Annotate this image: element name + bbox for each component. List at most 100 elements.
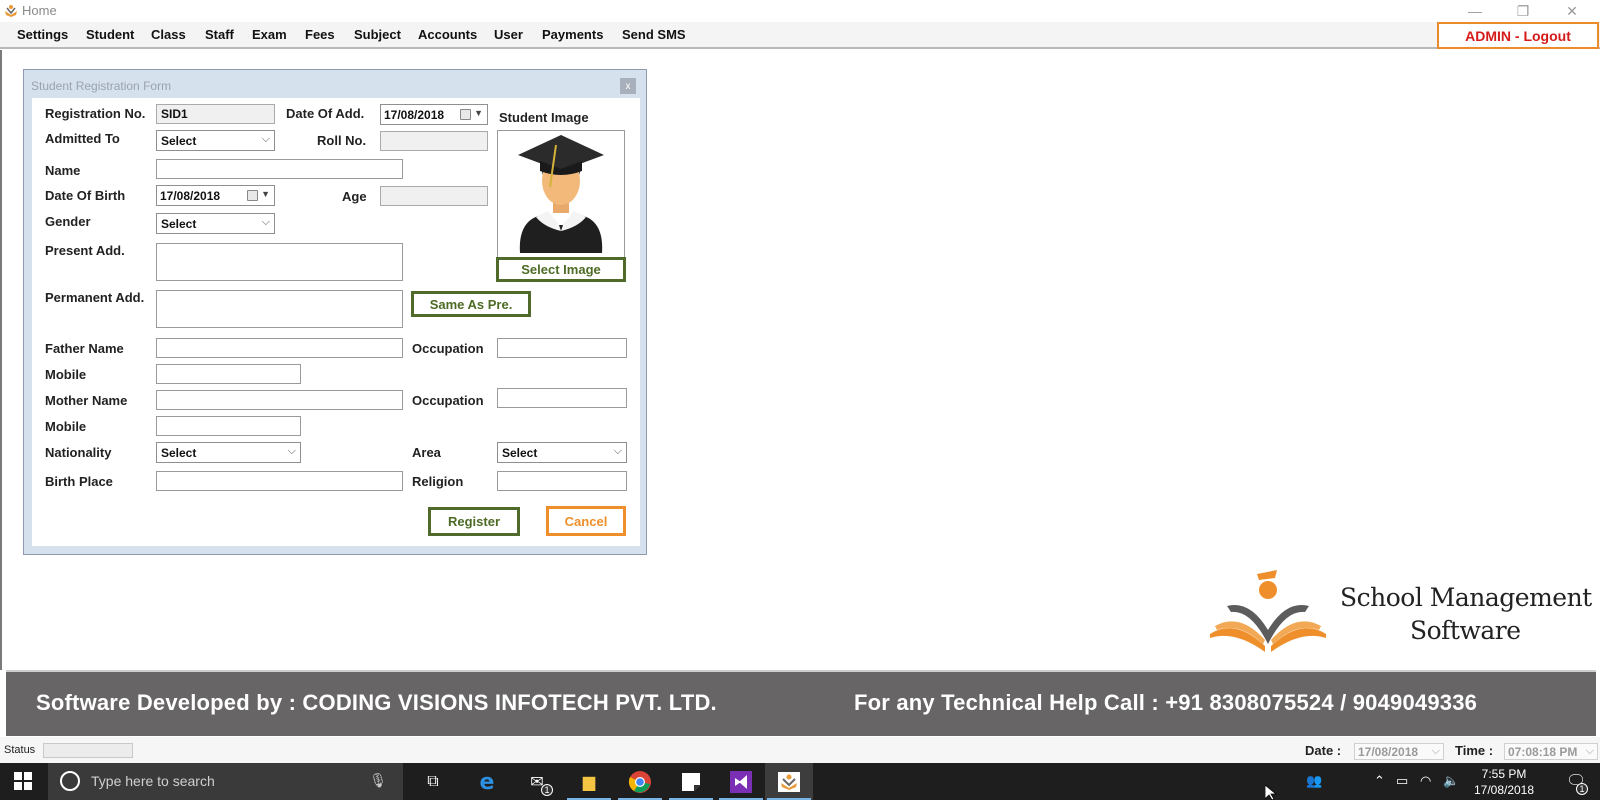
area-label: Area (412, 445, 441, 460)
menu-settings[interactable]: Settings (17, 27, 68, 42)
date-of-birth-picker[interactable]: 17/08/2018 ▼ (156, 185, 275, 206)
menu-fees[interactable]: Fees (305, 27, 335, 42)
menu-class[interactable]: Class (151, 27, 186, 42)
admitted-to-value: Select (161, 134, 197, 148)
chevron-down-icon: ⌵ (287, 445, 296, 457)
chrome-icon[interactable] (627, 769, 653, 795)
admitted-to-select[interactable]: Select ⌵ (156, 130, 275, 151)
age-label: Age (342, 189, 367, 204)
dialog-title: Student Registration Form (31, 79, 172, 93)
brand-logo: School Management Software (1205, 568, 1595, 658)
date-value: 17/08/2018 (1358, 745, 1419, 759)
menu-student[interactable]: Student (86, 27, 134, 42)
age-input[interactable] (380, 186, 488, 206)
gender-select[interactable]: Select ⌵ (156, 213, 275, 234)
app-logo-icon (5, 5, 17, 17)
clock-date: 17/08/2018 (1473, 783, 1535, 797)
status-bar: Status Date : 17/08/2018 ⌵ Time : 07:08:… (0, 737, 1600, 763)
mother-name-label: Mother Name (45, 393, 128, 408)
chevron-down-icon: ⌵ (261, 133, 270, 145)
menu-staff[interactable]: Staff (205, 27, 234, 42)
admin-logout-button[interactable]: ADMIN - Logout (1437, 22, 1599, 49)
same-as-present-button[interactable]: Same As Pre. (411, 291, 531, 317)
mail-badge: 1 (541, 784, 553, 796)
father-mobile-label: Mobile (45, 367, 87, 382)
cortana-icon (60, 771, 80, 791)
people-icon[interactable]: 👥 (1306, 773, 1322, 789)
father-mobile-input[interactable] (156, 364, 301, 384)
father-occupation-label: Occupation (412, 341, 484, 356)
restore-button[interactable]: ❐ (1500, 0, 1546, 22)
name-input[interactable] (156, 159, 403, 179)
brand-name-line1: School Management (1340, 583, 1592, 612)
date-picker[interactable]: 17/08/2018 ⌵ (1354, 743, 1444, 760)
mother-name-input[interactable] (156, 390, 403, 410)
father-name-input[interactable] (156, 338, 403, 358)
nationality-value: Select (161, 446, 197, 460)
close-window-button[interactable]: ✕ (1549, 0, 1595, 22)
menu-exam[interactable]: Exam (252, 27, 287, 42)
dialog-close-button[interactable]: x (620, 78, 636, 94)
sticky-notes-icon[interactable] (678, 769, 704, 795)
gender-label: Gender (45, 214, 91, 229)
permanent-address-textarea[interactable] (156, 290, 403, 328)
task-view-icon[interactable]: ⧉ (420, 769, 446, 795)
register-button[interactable]: Register (428, 507, 520, 536)
volume-icon[interactable]: 🔈 (1443, 773, 1459, 789)
footer-banner: Software Developed by : CODING VISIONS I… (6, 670, 1596, 736)
father-occupation-input[interactable] (497, 338, 627, 358)
show-hidden-icons-chevron[interactable]: ⌃ (1374, 773, 1385, 789)
select-image-button[interactable]: Select Image (496, 257, 626, 282)
chevron-down-icon: ⌵ (1585, 745, 1594, 757)
roll-no-input[interactable] (380, 131, 488, 151)
windows-start-icon[interactable] (14, 772, 32, 790)
taskbar-search-box[interactable]: Type here to search 🎙 (48, 763, 403, 800)
edge-browser-icon[interactable]: e (474, 769, 500, 795)
chevron-down-icon: ⌵ (613, 445, 622, 457)
birth-place-input[interactable] (156, 471, 403, 491)
date-label: Date : (1305, 743, 1342, 758)
time-value: 07:08:18 PM (1508, 745, 1578, 759)
minimize-button[interactable]: — (1452, 0, 1498, 22)
status-value (43, 743, 133, 758)
present-address-textarea[interactable] (156, 243, 403, 281)
mother-mobile-input[interactable] (156, 416, 301, 436)
date-of-add-picker[interactable]: 17/08/2018 ▼ (380, 104, 488, 125)
developer-credit: Software Developed by : CODING VISIONS I… (36, 690, 717, 715)
brand-name-line2: Software (1410, 616, 1521, 645)
menu-send-sms[interactable]: Send SMS (622, 27, 686, 42)
name-label: Name (45, 163, 81, 178)
admitted-to-label: Admitted To (45, 131, 120, 146)
date-of-add-label: Date Of Add. (286, 106, 365, 121)
menu-subject[interactable]: Subject (354, 27, 401, 42)
microphone-icon[interactable]: 🎙 (369, 772, 387, 789)
roll-no-label: Roll No. (317, 133, 367, 148)
registration-no-label: Registration No. (45, 106, 146, 121)
dropdown-arrow-icon: ▼ (474, 108, 483, 118)
clock-time: 7:55 PM (1481, 767, 1527, 781)
menu-user[interactable]: User (494, 27, 523, 42)
school-logo-icon (1210, 570, 1326, 652)
nationality-select[interactable]: Select ⌵ (156, 442, 301, 463)
file-explorer-icon[interactable]: ▆ (576, 769, 602, 795)
father-name-label: Father Name (45, 341, 124, 356)
mouse-cursor-icon (1265, 785, 1277, 800)
system-clock[interactable]: 7:55 PM 17/08/2018 (1464, 766, 1544, 798)
registration-no-input[interactable]: SID1 (156, 104, 275, 124)
religion-input[interactable] (497, 471, 627, 491)
date-of-birth-label: Date Of Birth (45, 188, 126, 203)
mother-occupation-input[interactable] (497, 388, 627, 408)
visual-studio-icon[interactable] (728, 769, 754, 795)
gender-value: Select (161, 217, 197, 231)
cancel-button[interactable]: Cancel (546, 506, 626, 536)
student-image-label: Student Image (499, 110, 589, 125)
wifi-icon[interactable]: ◠ (1420, 773, 1431, 789)
menu-payments[interactable]: Payments (542, 27, 603, 42)
time-label: Time : (1455, 743, 1494, 758)
menu-accounts[interactable]: Accounts (418, 27, 477, 42)
area-select[interactable]: Select ⌵ (497, 442, 627, 463)
school-app-taskbar-icon[interactable] (776, 769, 802, 795)
time-picker[interactable]: 07:08:18 PM ⌵ (1504, 743, 1598, 760)
battery-icon[interactable]: ▭ (1396, 773, 1408, 789)
mother-occupation-label: Occupation (412, 393, 484, 408)
